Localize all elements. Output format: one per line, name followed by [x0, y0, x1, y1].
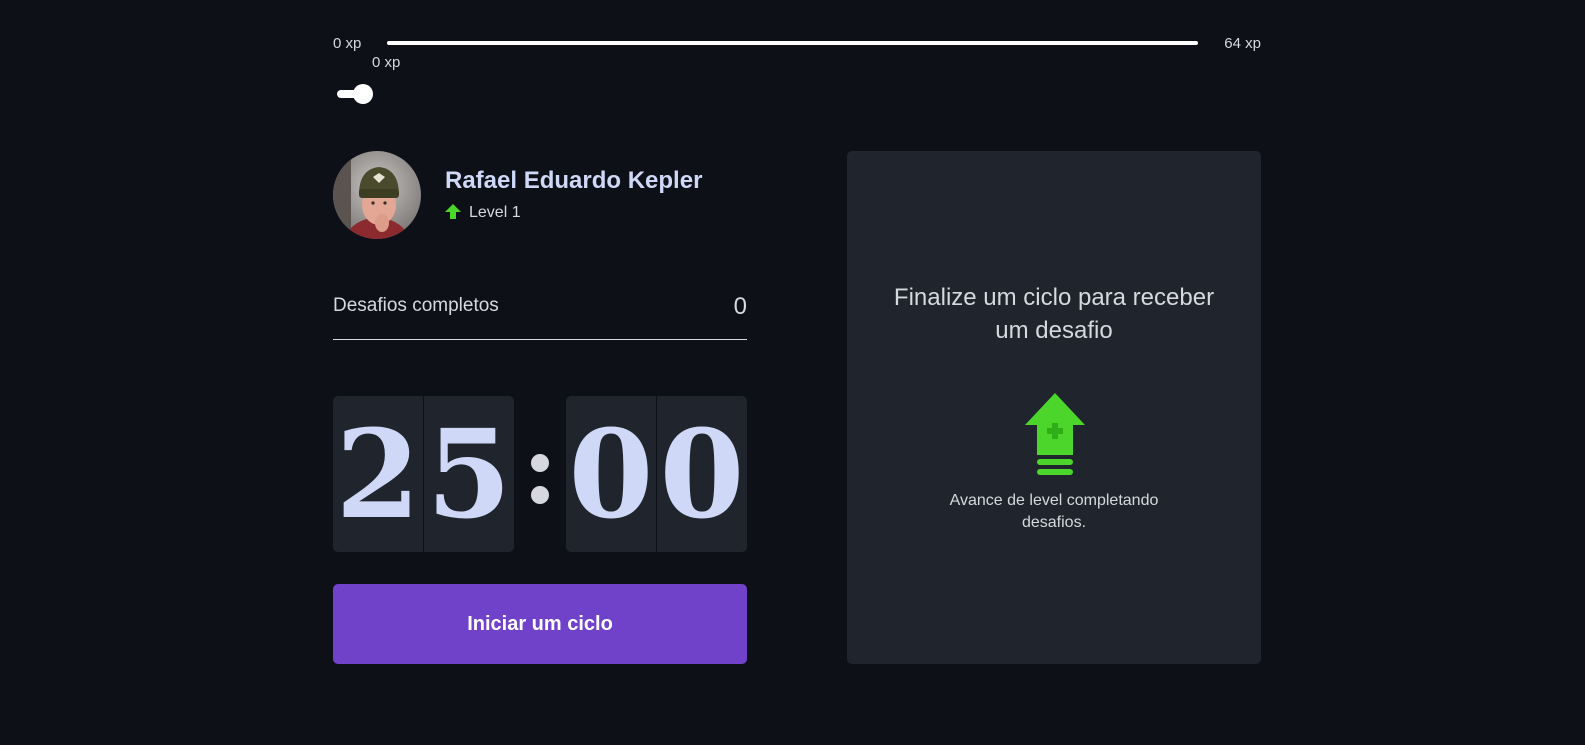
countdown-seconds: 0 0 [566, 396, 747, 552]
theme-toggle[interactable] [337, 84, 373, 104]
profile: Rafael Eduardo Kepler Level 1 [333, 151, 747, 239]
start-cycle-button[interactable]: Iniciar um ciclo [333, 584, 747, 664]
level-up-arrow-icon [445, 204, 461, 222]
second-digit-right: 0 [656, 396, 747, 552]
level-up-arrow-icon [1025, 393, 1085, 475]
avatar [333, 151, 421, 239]
toggle-knob [353, 84, 373, 104]
completed-challenges-label: Desafios completos [333, 295, 499, 316]
app-main: 0 xp 0 xp 64 xp Rafael Eduardo Kepler Le… [333, 0, 1261, 745]
minute-digit-right: 5 [423, 396, 514, 552]
challenge-title: Finalize um ciclo para receber um desafi… [893, 284, 1215, 344]
experience-bar: 0 xp 0 xp 64 xp [333, 30, 1261, 71]
xp-track [387, 41, 1198, 45]
countdown: 2 5 0 0 [333, 396, 747, 552]
challenge-box: Finalize um ciclo para receber um desafi… [847, 151, 1261, 664]
countdown-minutes: 2 5 [333, 396, 514, 552]
xp-current-label: 0 xp [372, 54, 401, 71]
profile-name: Rafael Eduardo Kepler [445, 167, 703, 194]
completed-challenges-count: 0 [733, 293, 747, 320]
separator-dot-bottom [531, 486, 549, 504]
completed-challenges: Desafios completos 0 [333, 290, 747, 340]
countdown-separator [514, 396, 566, 552]
second-digit-left: 0 [568, 402, 654, 546]
level-row: Level 1 [445, 203, 521, 223]
xp-max-label: 64 xp [1224, 35, 1261, 52]
challenge-hint: Avance de level completando desafios. [949, 492, 1159, 531]
separator-dot-top [531, 454, 549, 472]
xp-min-label: 0 xp [333, 35, 362, 52]
level-label: Level 1 [469, 204, 521, 221]
minute-digit-left: 2 [335, 402, 421, 546]
